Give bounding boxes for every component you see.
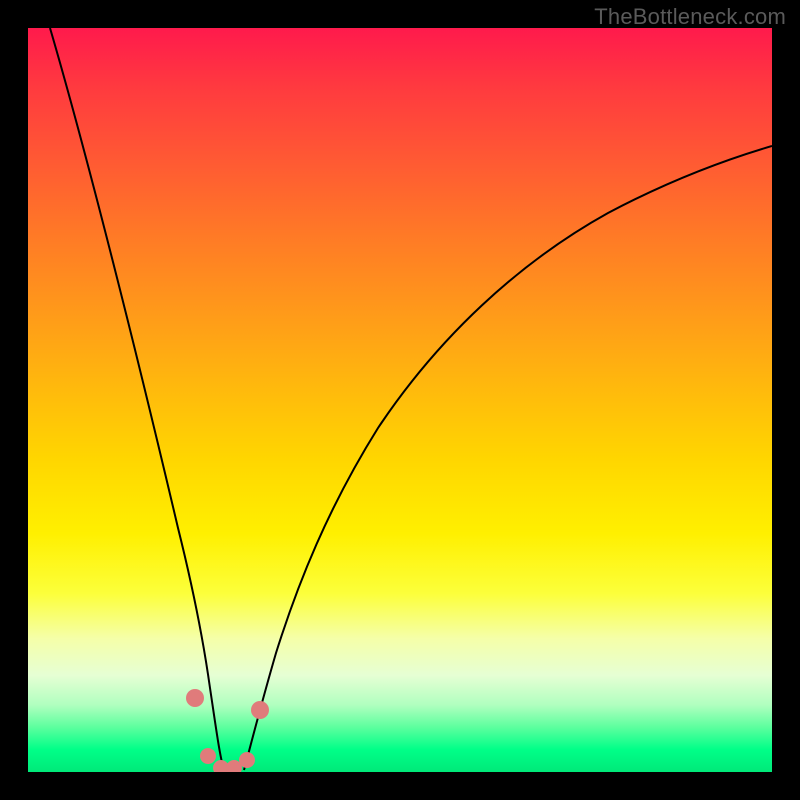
valley-marker [186, 689, 204, 707]
chart-frame: TheBottleneck.com [0, 0, 800, 800]
curve-layer [28, 28, 772, 772]
right-curve [244, 146, 772, 770]
watermark-text: TheBottleneck.com [594, 4, 786, 30]
valley-marker [200, 748, 216, 764]
valley-marker [251, 701, 269, 719]
plot-area [28, 28, 772, 772]
valley-marker [239, 752, 255, 768]
left-curve [50, 28, 224, 770]
